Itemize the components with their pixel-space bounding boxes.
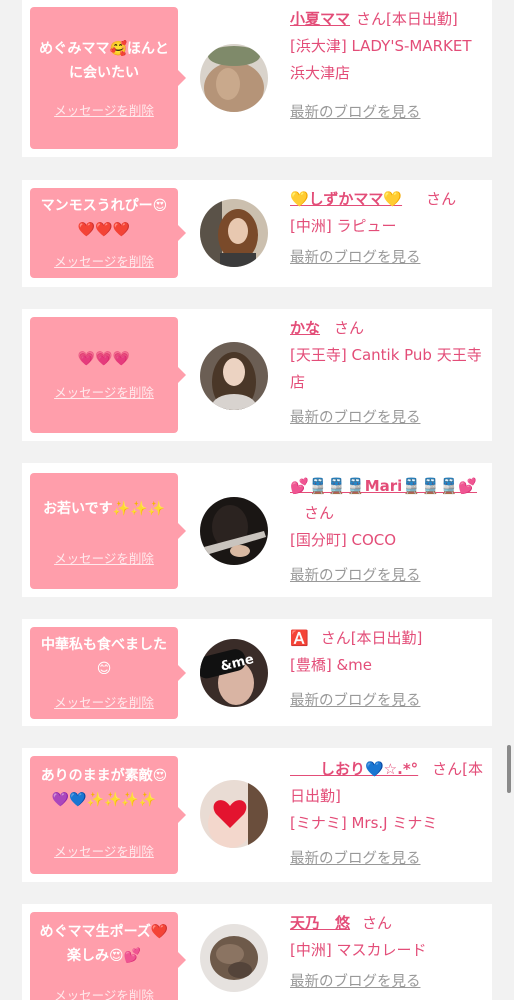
favorites-message-list: めぐみママ🥰ほんとに会いたい メッセージを削除 小夏ママ さん[本日出勤] [浜大… (0, 0, 514, 1000)
message-text: お若いです✨✨✨ (43, 501, 165, 517)
message-text: 💗💗💗 (77, 351, 131, 367)
shop-name: [浜大津] LADY'S-MARKET 浜大津店 (290, 37, 472, 82)
cast-info: 💕🚆🚆🚆Mari🚆🚆🚆💕 さん [国分町] COCO 最新のブログを見る (290, 473, 486, 590)
delete-message-link[interactable]: メッセージを削除 (30, 382, 178, 401)
cast-name-link[interactable]: 💛しずかママ💛 (290, 190, 402, 208)
cast-suffix: さん (304, 504, 335, 522)
latest-blog-link[interactable]: 最新のブログを見る (290, 974, 421, 990)
list-item: お若いです✨✨✨ メッセージを削除 💕🚆🚆🚆Mari🚆🚆🚆💕 さん [国分町] C… (22, 463, 492, 597)
cast-suffix: さん (334, 319, 365, 337)
cast-suffix: さん (426, 190, 457, 208)
shop-name: [天王寺] Cantik Pub 天王寺店 (290, 346, 482, 391)
delete-message-link[interactable]: メッセージを削除 (30, 692, 178, 711)
shop-name: [国分町] COCO (290, 531, 397, 549)
delete-message-link[interactable]: メッセージを削除 (30, 548, 178, 567)
message-bubble: めぐママ生ポーズ❤️楽しみ😍💕 メッセージを削除 (30, 912, 186, 1000)
avatar[interactable] (200, 342, 268, 410)
cast-info: 💛しずかママ💛 さん [中洲] ラピュー 最新のブログを見る (290, 186, 486, 272)
cast-info: かな さん [天王寺] Cantik Pub 天王寺店 最新のブログを見る (290, 315, 486, 432)
message-text: めぐママ生ポーズ❤️楽しみ😍💕 (39, 924, 169, 964)
list-item: めぐママ生ポーズ❤️楽しみ😍💕 メッセージを削除 天乃 悠さん [中洲] マスカ… (22, 904, 492, 1000)
list-item: めぐみママ🥰ほんとに会いたい メッセージを削除 小夏ママ さん[本日出勤] [浜大… (22, 0, 492, 157)
cast-info: 🅰️ さん[本日出勤] [豊橋] &me 最新のブログを見る (290, 625, 486, 715)
delete-message-link[interactable]: メッセージを削除 (30, 841, 178, 860)
latest-blog-link[interactable]: 最新のブログを見る (290, 851, 421, 867)
latest-blog-link[interactable]: 最新のブログを見る (290, 250, 421, 266)
delete-message-link[interactable]: メッセージを削除 (30, 100, 178, 119)
cast-info: しおり💙☆.*° さん[本日出勤] [ミナミ] Mrs.J ミナミ 最新のブログを… (290, 756, 486, 873)
list-item: 💗💗💗 メッセージを削除 かな さん [天王寺] Cantik Pub 天王寺店 … (22, 309, 492, 441)
cast-name-link[interactable]: 天乃 悠 (290, 914, 350, 932)
message-bubble: お若いです✨✨✨ メッセージを削除 (30, 473, 186, 589)
list-item: ありのままが素敵😍💜💙✨✨✨✨ メッセージを削除 しおり💙☆.*° さん[本日出勤… (22, 748, 492, 882)
cast-suffix: さん[本日出勤] (320, 629, 423, 647)
message-text: めぐみママ🥰ほんとに会いたい (39, 41, 169, 81)
list-item: マンモスうれぴー😍❤️❤️❤️ メッセージを削除 💛しずかママ💛 さん [中洲] … (22, 180, 492, 287)
message-bubble: ありのままが素敵😍💜💙✨✨✨✨ メッセージを削除 (30, 756, 186, 874)
message-text: マンモスうれぴー😍❤️❤️❤️ (40, 198, 168, 238)
avatar[interactable] (200, 497, 268, 565)
cast-suffix: さん (362, 914, 393, 932)
latest-blog-link[interactable]: 最新のブログを見る (290, 568, 421, 584)
avatar[interactable] (200, 924, 268, 992)
latest-blog-link[interactable]: 最新のブログを見る (290, 693, 421, 709)
shop-name: [中洲] マスカレード (290, 941, 427, 959)
cast-name-link[interactable]: 🅰️ (290, 629, 309, 647)
cast-name-link[interactable]: 💕🚆🚆🚆Mari🚆🚆🚆💕 (290, 477, 477, 495)
cast-name-link[interactable]: 小夏ママ (290, 10, 350, 28)
message-bubble: マンモスうれぴー😍❤️❤️❤️ メッセージを削除 (30, 188, 186, 278)
message-bubble: 中華私も食べました😊 メッセージを削除 (30, 627, 186, 719)
shop-name: [中洲] ラピュー (290, 217, 397, 235)
delete-message-link[interactable]: メッセージを削除 (30, 251, 178, 270)
avatar[interactable] (200, 199, 268, 267)
cast-name-link[interactable]: かな (290, 319, 320, 337)
message-text: ありのままが素敵😍💜💙✨✨✨✨ (40, 768, 168, 808)
latest-blog-link[interactable]: 最新のブログを見る (290, 410, 421, 426)
message-bubble: めぐみママ🥰ほんとに会いたい メッセージを削除 (30, 7, 186, 149)
scrollbar[interactable] (507, 745, 511, 793)
cast-suffix: さん[本日出勤] (356, 10, 458, 28)
list-item: 中華私も食べました😊 メッセージを削除 &me 🅰️ さん[本日出勤] [豊橋] … (22, 619, 492, 726)
avatar[interactable] (200, 780, 268, 848)
shop-name: [ミナミ] Mrs.J ミナミ (290, 814, 438, 832)
cast-name-link[interactable]: しおり💙☆.*° (290, 760, 418, 778)
avatar[interactable]: &me (200, 639, 268, 707)
message-text: 中華私も食べました😊 (41, 637, 167, 677)
delete-message-link[interactable]: メッセージを削除 (30, 985, 178, 1000)
cast-info: 天乃 悠さん [中洲] マスカレード 最新のブログを見る (290, 910, 486, 996)
shop-name: [豊橋] &me (290, 656, 373, 674)
latest-blog-link[interactable]: 最新のブログを見る (290, 105, 421, 121)
cast-info: 小夏ママ さん[本日出勤] [浜大津] LADY'S-MARKET 浜大津店 最新… (290, 6, 486, 127)
avatar[interactable] (200, 44, 268, 112)
message-bubble: 💗💗💗 メッセージを削除 (30, 317, 186, 433)
